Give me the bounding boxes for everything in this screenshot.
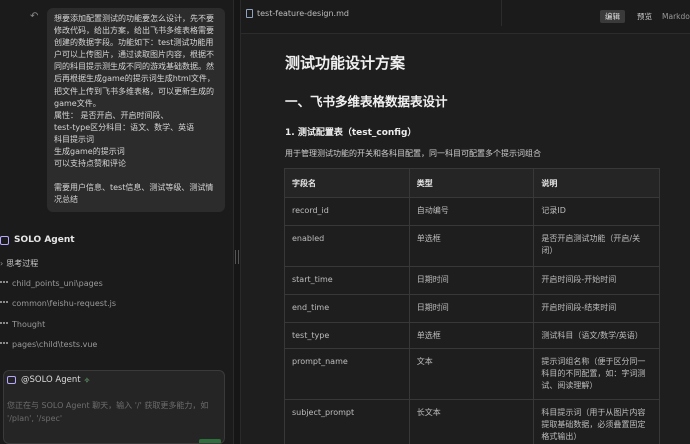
table-header: 字段名: [284, 168, 410, 198]
table-cell: 测试科目（语文/数学/英语）: [533, 322, 660, 349]
file-tab-label: test-feature-design.md: [257, 9, 349, 18]
fields-table: 字段名 类型 说明 record_id 自动编号 记录ID enabled 单选…: [284, 168, 660, 444]
table-cell: 日期时间: [408, 266, 535, 295]
table-cell: 单选框: [408, 225, 535, 267]
agent-icon: [0, 235, 9, 245]
chevron-right-icon: ›: [0, 259, 4, 268]
sparkle-icon: ✧: [83, 375, 91, 385]
table-cell: 记录ID: [533, 197, 660, 226]
resize-handle[interactable]: [235, 250, 239, 264]
table-cell: end_time: [284, 294, 410, 323]
table-cell: enabled: [284, 225, 410, 267]
agent-mention[interactable]: @SOLO Agent ✧: [7, 375, 90, 385]
table-header: 说明: [533, 168, 660, 198]
table-row: end_time 日期时间 开启时间段-结束时间: [284, 294, 660, 323]
undo-icon[interactable]: ↶: [30, 12, 40, 22]
table-row: subject_prompt 长文本 科目提示词（用于从图片内容提取基础数据，必…: [284, 399, 660, 444]
step-label: common\feishu-request.js: [12, 299, 117, 308]
step-label: Thought: [12, 320, 46, 329]
step-label: child_points_uni\pages: [12, 279, 103, 288]
section-heading: 一、飞书多维表格数据表设计: [285, 94, 448, 109]
table-cell: 开启时间段-结束时间: [533, 294, 660, 323]
table-row: record_id 自动编号 记录ID: [284, 197, 660, 226]
table-cell: 提示词组名称（便于区分同一科目的不同配置，如：字词测试、阅读理解）: [533, 348, 660, 400]
file-tab[interactable]: test-feature-design.md: [246, 9, 349, 18]
table-cell: prompt_name: [284, 348, 410, 400]
table-row: enabled 单选框 是否开启测试功能（开启/关闭）: [284, 225, 660, 267]
subsection-heading: 1. 测试配置表（test_config）: [285, 128, 417, 138]
table-header: 类型: [408, 168, 535, 198]
table-cell: 长文本: [408, 399, 535, 444]
step-item[interactable]: pages\child\tests.vue: [0, 340, 97, 349]
doc-title: 测试功能设计方案: [285, 54, 406, 72]
tab-separator: [501, 0, 502, 26]
table-header-row: 字段名 类型 说明: [284, 168, 660, 198]
table-cell: 单选框: [408, 322, 535, 349]
preview-button[interactable]: 预览: [632, 10, 657, 23]
table-cell: subject_prompt: [284, 399, 410, 444]
send-button[interactable]: [199, 439, 221, 443]
table-cell: 自动编号: [408, 197, 535, 226]
editor-panel: test-feature-design.md 编辑 预览 Markdow 测试功…: [241, 0, 690, 444]
mention-label: @SOLO Agent: [21, 375, 81, 385]
table-cell: 文本: [408, 348, 535, 400]
agent-header: SOLO Agent: [0, 232, 75, 248]
thinking-label: 思考过程: [6, 259, 39, 268]
step-item[interactable]: Thought: [0, 320, 45, 329]
table-row: start_time 日期时间 开启时间段-开始时间: [284, 266, 660, 295]
editor-tabbar: test-feature-design.md 编辑 预览 Markdow: [241, 0, 690, 34]
table-cell: start_time: [284, 266, 410, 295]
step-item[interactable]: child_points_uni\pages: [0, 279, 103, 288]
thinking-toggle[interactable]: › 思考过程: [0, 258, 38, 269]
step-label: pages\child\tests.vue: [12, 340, 98, 349]
edit-button[interactable]: 编辑: [600, 10, 625, 23]
step-item[interactable]: common\feishu-request.js: [0, 299, 116, 308]
chat-input-placeholder[interactable]: 您正在与 SOLO Agent 聊天，输入 '/' 获取更多能力，如 '/pla…: [7, 399, 217, 425]
table-row: test_type 单选框 测试科目（语文/数学/英语）: [284, 322, 660, 349]
file-ref-icon: [0, 300, 8, 307]
table-cell: 是否开启测试功能（开启/关闭）: [533, 225, 660, 267]
table-cell: test_type: [284, 322, 410, 349]
file-ref-icon: [0, 280, 8, 287]
agent-icon: [7, 376, 16, 384]
thought-icon: [0, 321, 8, 328]
table-cell: 日期时间: [408, 294, 535, 323]
table-cell: record_id: [284, 197, 410, 226]
file-icon: [246, 9, 253, 18]
panel-divider[interactable]: [233, 0, 241, 444]
table-cell: 科目提示词（用于从图片内容提取基础数据，必须叠置固定格式输出）: [533, 399, 660, 444]
file-ref-icon: [0, 341, 8, 348]
table-cell: 开启时间段-开始时间: [533, 266, 660, 295]
chat-panel: ↶ 想要添加配置测试的功能要怎么设计，先不要修改代码，给出方案，给出飞书多维表格…: [0, 0, 233, 444]
table-row: prompt_name 文本 提示词组名称（便于区分同一科目的不同配置，如：字词…: [284, 348, 660, 400]
section-description: 用于管理测试功能的开关和各科目配置，同一科目可配置多个提示词组合: [285, 149, 541, 158]
chat-input-box[interactable]: @SOLO Agent ✧ 您正在与 SOLO Agent 聊天，输入 '/' …: [3, 370, 225, 444]
agent-name: SOLO Agent: [14, 235, 75, 245]
user-message-bubble: 想要添加配置测试的功能要怎么设计，先不要修改代码，给出方案，给出飞书多维表格需要…: [47, 8, 225, 212]
markdown-mode-button[interactable]: Markdow: [660, 10, 690, 23]
